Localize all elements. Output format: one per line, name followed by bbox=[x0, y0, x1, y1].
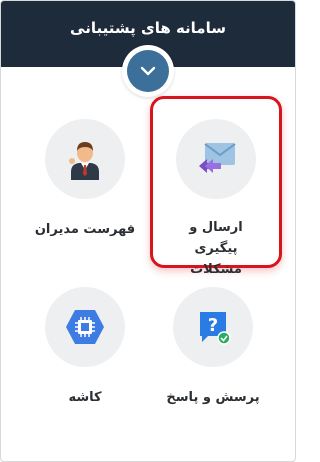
envelope-reply-icon bbox=[199, 143, 236, 173]
tile-icon-circle bbox=[45, 287, 125, 367]
panel-title: سامانه های پشتیبانی bbox=[70, 19, 226, 37]
tile-cache[interactable]: کاشه bbox=[15, 287, 155, 408]
manager-avatar-icon bbox=[69, 142, 99, 180]
chevron-down-icon bbox=[140, 66, 156, 76]
tile-questions-answers[interactable]: ? پرسش و پاسخ bbox=[143, 287, 283, 408]
tile-send-track-issues[interactable]: ارسال و پیگیری مشکلات bbox=[150, 96, 282, 277]
chip-hexagon-icon bbox=[66, 310, 104, 344]
tile-label: ارسال و پیگیری مشکلات bbox=[189, 220, 243, 277]
tile-icon-circle bbox=[45, 119, 125, 199]
tile-label: کاشه bbox=[68, 390, 102, 405]
tile-managers-list[interactable]: فهرست مدیران bbox=[15, 119, 155, 240]
tile-icon-circle: ? bbox=[173, 287, 253, 367]
support-panel: سامانه های پشتیبانی ارسال و پیگیری مشکلا… bbox=[0, 0, 296, 462]
tile-label: پرسش و پاسخ bbox=[166, 390, 260, 405]
tile-label: فهرست مدیران bbox=[34, 222, 136, 237]
toggle-inner[interactable] bbox=[127, 50, 169, 92]
tile-icon-circle bbox=[176, 119, 256, 199]
svg-text:?: ? bbox=[208, 315, 218, 336]
question-chat-icon: ? bbox=[200, 312, 231, 345]
collapse-toggle-button[interactable] bbox=[122, 45, 174, 97]
